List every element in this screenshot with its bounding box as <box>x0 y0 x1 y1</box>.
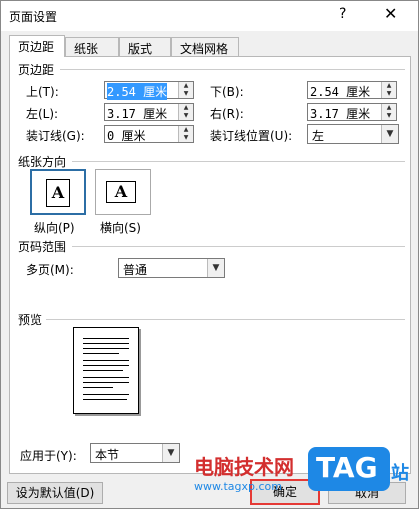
chevron-down-icon[interactable]: ▼ <box>162 444 179 462</box>
close-icon[interactable]: ✕ <box>384 4 397 23</box>
multiple-pages-value: 普通 <box>123 263 148 277</box>
top-margin-label: 上(T): <box>26 85 59 99</box>
section-divider <box>72 161 405 162</box>
set-default-button[interactable]: 设为默认值(D) <box>7 482 103 504</box>
spin-up-icon: ▲ <box>386 104 392 111</box>
spin-arrows[interactable]: ▲ ▼ <box>381 82 396 98</box>
spin-down-icon: ▼ <box>386 112 392 119</box>
spin-up-icon: ▲ <box>183 104 189 111</box>
help-icon[interactable]: ? <box>339 6 346 22</box>
section-divider <box>46 319 405 320</box>
gutter-spinner[interactable]: 0 厘米 ▲ ▼ <box>104 125 194 143</box>
margins-section-label: 页边距 <box>18 63 55 77</box>
preview-section-label: 预览 <box>18 313 43 327</box>
spin-arrows[interactable]: ▲ ▼ <box>381 104 396 120</box>
title-bar: 页面设置 ? ✕ <box>1 1 418 31</box>
chevron-down-icon[interactable]: ▼ <box>207 259 224 277</box>
tab-margins[interactable]: 页边距 <box>9 35 65 57</box>
spin-down-icon: ▼ <box>183 90 189 97</box>
window-title: 页面设置 <box>9 10 58 24</box>
multiple-pages-label: 多页(M): <box>26 263 74 277</box>
margins-panel: 页边距 上(T): 2.54 厘米 ▲ ▼ 下(B): 2.54 厘米 ▲ ▼ 左(… <box>9 56 411 474</box>
landscape-page-icon: A <box>106 181 136 203</box>
apply-to-value: 本节 <box>95 448 120 462</box>
bottom-margin-label: 下(B): <box>210 85 244 99</box>
cancel-button[interactable]: 取消 <box>328 482 406 504</box>
multiple-pages-select[interactable]: 普通 ▼ <box>118 258 225 278</box>
bottom-margin-value[interactable]: 2.54 厘米 <box>310 83 370 100</box>
tab-doc-grid[interactable]: 文档网格 <box>171 37 239 57</box>
portrait-page-icon: A <box>46 179 70 207</box>
section-divider <box>60 69 405 70</box>
tab-paper[interactable]: 纸张 <box>65 37 119 57</box>
apply-to-label: 应用于(Y): <box>20 449 77 463</box>
spin-arrows[interactable]: ▲ ▼ <box>178 126 193 142</box>
preview-page <box>73 327 139 414</box>
spin-up-icon: ▲ <box>386 82 392 89</box>
landscape-button[interactable]: A <box>95 169 151 215</box>
spin-up-icon: ▲ <box>183 126 189 133</box>
gutter-label: 装订线(G): <box>26 129 85 143</box>
top-margin-spinner[interactable]: 2.54 厘米 ▲ ▼ <box>104 81 194 100</box>
left-margin-spinner[interactable]: 3.17 厘米 ▲ ▼ <box>104 103 194 121</box>
apply-to-select[interactable]: 本节 ▼ <box>90 443 180 463</box>
pages-section-label: 页码范围 <box>18 240 67 254</box>
orientation-section-label: 纸张方向 <box>18 155 67 169</box>
landscape-label: 横向(S) <box>100 221 141 235</box>
portrait-button[interactable]: A <box>30 169 86 215</box>
bottom-margin-spinner[interactable]: 2.54 厘米 ▲ ▼ <box>307 81 397 99</box>
gutter-value[interactable]: 0 厘米 <box>107 127 145 144</box>
spin-down-icon: ▼ <box>183 112 189 119</box>
ok-button[interactable]: 确定 <box>250 479 320 505</box>
tab-layout[interactable]: 版式 <box>119 37 171 57</box>
right-margin-label: 右(R): <box>210 107 244 121</box>
gutter-position-select[interactable]: 左 ▼ <box>307 124 399 144</box>
right-margin-spinner[interactable]: 3.17 厘米 ▲ ▼ <box>307 103 397 121</box>
spin-up-icon: ▲ <box>183 82 189 89</box>
right-margin-value[interactable]: 3.17 厘米 <box>310 105 370 122</box>
spin-arrows[interactable]: ▲ ▼ <box>178 82 193 98</box>
section-divider <box>72 246 405 247</box>
spin-down-icon: ▼ <box>183 134 189 141</box>
spin-down-icon: ▼ <box>386 90 392 97</box>
gutter-position-label: 装订线位置(U): <box>210 129 293 143</box>
left-margin-value[interactable]: 3.17 厘米 <box>107 105 167 122</box>
gutter-position-value: 左 <box>312 129 325 143</box>
portrait-label: 纵向(P) <box>34 221 75 235</box>
left-margin-label: 左(L): <box>26 107 59 121</box>
spin-arrows[interactable]: ▲ ▼ <box>178 104 193 120</box>
top-margin-value[interactable]: 2.54 厘米 <box>107 83 168 100</box>
page-setup-dialog: 页面设置 ? ✕ 页边距 纸张 版式 文档网格 页边距 上(T): 2.54 厘… <box>0 0 419 509</box>
chevron-down-icon[interactable]: ▼ <box>381 125 398 143</box>
